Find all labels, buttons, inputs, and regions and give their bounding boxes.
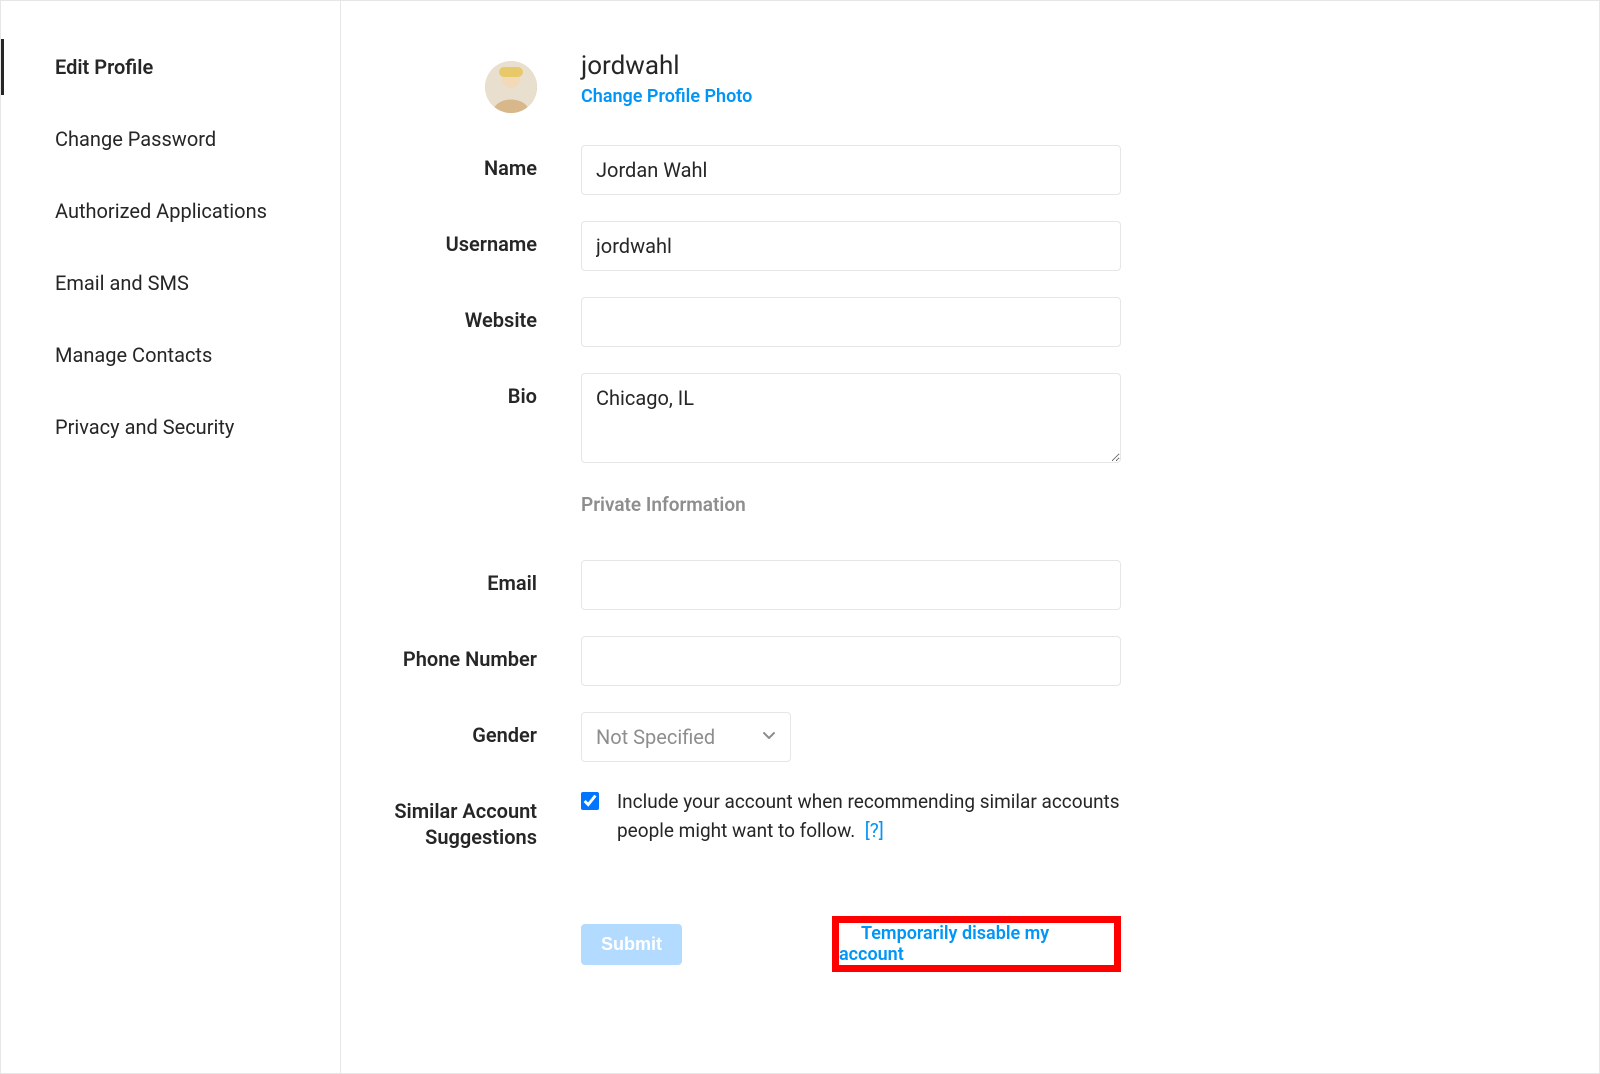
row-username: Username [381,221,1539,271]
email-input[interactable] [581,560,1121,610]
avatar[interactable] [485,61,537,113]
row-bio: Bio Chicago, IL [381,373,1539,467]
sidebar-item-label: Email and SMS [55,271,189,295]
settings-sidebar: Edit Profile Change Password Authorized … [1,1,341,1073]
avatar-col [381,51,581,119]
phone-input[interactable] [581,636,1121,686]
sidebar-item-privacy-security[interactable]: Privacy and Security [1,391,340,463]
sidebar-item-manage-contacts[interactable]: Manage Contacts [1,319,340,391]
label-similar-suggestions: Similar Account Suggestions [381,788,581,850]
temporarily-disable-account-link[interactable]: Temporarily disable my account [839,907,1049,981]
similar-suggestions-help-link[interactable]: [?] [865,819,884,842]
similar-suggestions-text: Include your account when recommending s… [617,788,1121,845]
label-bio: Bio [381,373,581,409]
name-input[interactable] [581,145,1121,195]
label-username: Username [381,221,581,257]
sidebar-item-edit-profile[interactable]: Edit Profile [1,31,340,103]
sidebar-item-label: Manage Contacts [55,343,212,367]
sidebar-item-label: Privacy and Security [55,415,234,439]
similar-suggestions-checkbox[interactable] [581,792,599,810]
row-similar-suggestions: Similar Account Suggestions Include your… [381,788,1539,850]
change-profile-photo-link[interactable]: Change Profile Photo [581,86,1121,107]
row-website: Website [381,297,1539,347]
label-phone: Phone Number [381,636,581,672]
row-email: Email [381,560,1539,610]
bio-textarea[interactable]: Chicago, IL [581,373,1121,463]
row-actions: Submit Temporarily disable my account [381,876,1539,972]
sidebar-item-label: Change Password [55,127,216,151]
gender-select[interactable]: Not Specified [581,712,791,762]
sidebar-item-label: Edit Profile [55,55,153,79]
row-private-heading: Private Information [381,493,1539,534]
profile-header-text: jordwahl Change Profile Photo [581,51,1121,107]
row-gender: Gender Not Specified [381,712,1539,762]
private-info-heading: Private Information [581,493,1121,516]
gender-select-wrapper: Not Specified [581,712,791,762]
username-display: jordwahl [581,51,1121,82]
highlight-annotation: Temporarily disable my account [832,916,1121,972]
label-gender: Gender [381,712,581,748]
row-phone: Phone Number [381,636,1539,686]
label-email: Email [381,560,581,596]
sidebar-item-authorized-applications[interactable]: Authorized Applications [1,175,340,247]
label-name: Name [381,145,581,181]
similar-suggestions-control: Include your account when recommending s… [581,788,1121,845]
sidebar-item-change-password[interactable]: Change Password [1,103,340,175]
website-input[interactable] [581,297,1121,347]
edit-profile-form: jordwahl Change Profile Photo Name Usern… [341,1,1599,1073]
action-row: Submit Temporarily disable my account [581,916,1121,972]
sidebar-item-email-sms[interactable]: Email and SMS [1,247,340,319]
username-input[interactable] [581,221,1121,271]
submit-button[interactable]: Submit [581,924,682,965]
label-website: Website [381,297,581,333]
settings-container: Edit Profile Change Password Authorized … [0,0,1600,1074]
profile-header: jordwahl Change Profile Photo [381,51,1539,119]
row-name: Name [381,145,1539,195]
sidebar-item-label: Authorized Applications [55,199,267,223]
